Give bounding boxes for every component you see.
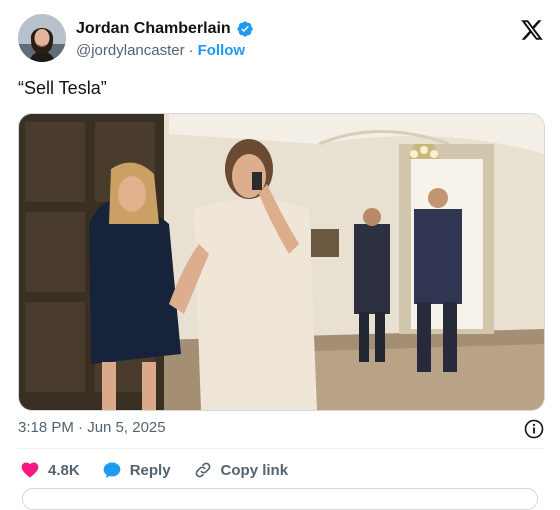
author-handle[interactable]: @jordylancaster [76, 42, 185, 59]
copy-link-button[interactable]: Copy link [193, 460, 289, 480]
heart-icon [21, 462, 39, 478]
author-name[interactable]: Jordan Chamberlain [76, 20, 231, 38]
follow-button[interactable]: Follow [198, 42, 246, 59]
tweet-header: Jordan Chamberlain @jordylancaster · Follo… [18, 14, 546, 66]
divider [18, 448, 544, 449]
avatar[interactable] [18, 14, 66, 62]
copy-link-label: Copy link [220, 461, 289, 479]
tweet-card: Jordan Chamberlain @jordylancaster · Follo… [0, 0, 560, 510]
tweet-text: “Sell Tesla” [18, 78, 107, 98]
reply-bubble-icon [103, 462, 121, 478]
verified-badge-icon [236, 20, 254, 38]
author-info: Jordan Chamberlain @jordylancaster · Follo… [76, 20, 254, 59]
separator-dot: · [188, 42, 194, 59]
photo-of-people-walking-in-hallway [19, 114, 544, 410]
link-icon [195, 462, 210, 478]
action-bar: 4.8K Reply Copy link [20, 458, 310, 482]
info-icon[interactable] [524, 419, 544, 439]
timestamp[interactable]: 3:18 PM · Jun 5, 2025 [18, 419, 166, 436]
like-button[interactable]: 4.8K [20, 460, 80, 480]
like-count: 4.8K [48, 461, 80, 479]
reply-button[interactable]: Reply [102, 460, 171, 480]
read-replies-box[interactable] [22, 488, 538, 510]
x-logo-icon[interactable] [520, 18, 544, 42]
timestamp-row: 3:18 PM · Jun 5, 2025 [18, 419, 544, 441]
reply-label: Reply [129, 461, 171, 479]
avatar-image [18, 14, 66, 62]
tweet-image[interactable] [18, 113, 545, 411]
